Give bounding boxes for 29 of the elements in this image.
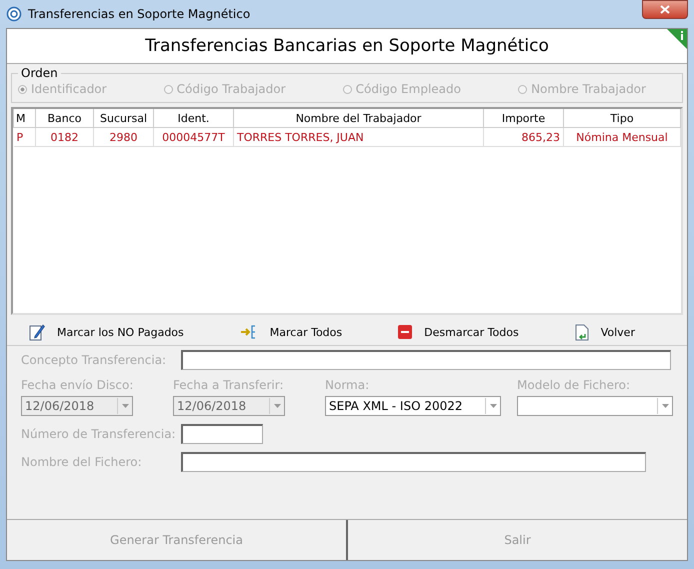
column-header[interactable]: Importe: [484, 109, 564, 128]
header-title: Transferencias Bancarias en Soporte Magnético: [145, 36, 549, 56]
column-header[interactable]: Sucursal: [94, 109, 154, 128]
table-cell: TORRES TORRES, JUAN: [234, 128, 484, 146]
field-label: Modelo de Fichero:: [517, 378, 632, 392]
table-cell: 0182: [36, 128, 94, 146]
field-label: Nombre del Fichero:: [21, 455, 143, 469]
field-label: Norma:: [325, 378, 370, 392]
field-label: Fecha a Transferir:: [173, 378, 285, 392]
toolbar-button[interactable]: Desmarcar Todos: [396, 321, 521, 343]
field-label: Número de Transferencia:: [21, 427, 177, 441]
column-header[interactable]: Banco: [36, 109, 94, 128]
column-header[interactable]: Ident.: [154, 109, 234, 128]
table-cell: 00004577T: [154, 128, 234, 146]
toolbar-button[interactable]: Marcar los NO Pagados: [27, 321, 186, 343]
group-label: Orden: [20, 66, 59, 80]
field-label: Fecha envío Disco:: [21, 378, 134, 392]
column-header[interactable]: Nombre del Trabajador: [234, 109, 484, 128]
table-cell: Nómina Mensual: [564, 128, 680, 146]
table-cell: 865,23: [484, 128, 564, 146]
column-header[interactable]: Tipo: [564, 109, 680, 128]
field-label: Concepto Transferencia:: [21, 353, 168, 367]
table-cell: P: [14, 128, 36, 146]
window-title: Transferencias en Soporte Magnético: [28, 7, 250, 21]
table-cell: 2980: [94, 128, 154, 146]
toolbar-button[interactable]: Marcar Todos: [238, 321, 344, 343]
dropdown[interactable]: SEPA XML - ISO 20022: [325, 396, 501, 416]
column-header[interactable]: M: [14, 109, 36, 128]
toolbar-button[interactable]: Volver: [572, 321, 637, 343]
